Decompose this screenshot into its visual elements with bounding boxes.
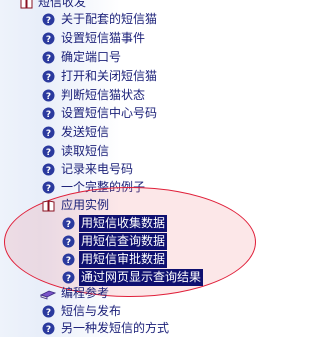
svg-text:?: ?: [46, 325, 51, 335]
open-book-icon: [42, 200, 55, 212]
svg-text:?: ?: [46, 92, 51, 102]
tree-topic[interactable]: ? 设置短信猫事件: [0, 30, 200, 47]
help-topic-icon: ?: [42, 181, 55, 194]
tree-topic-app[interactable]: ? 通过网页显示查询结果: [0, 269, 260, 286]
tree-topic-label: 判断短信猫状态: [61, 88, 146, 102]
closed-book-icon: [40, 290, 56, 300]
tree-topic-label: 用短信审批数据: [79, 251, 168, 268]
svg-text:?: ?: [66, 256, 71, 266]
help-topic-icon: ?: [42, 89, 55, 102]
help-topic-icon: ?: [42, 51, 55, 64]
tree-topic[interactable]: ? 打开和关闭短信猫: [0, 68, 200, 85]
help-topic-icon: ?: [62, 235, 75, 248]
tree-topic-label: 读取短信: [61, 144, 110, 158]
tree-book-label: 应用实例: [61, 198, 110, 212]
tree-topic[interactable]: ? 设置短信中心号码: [0, 105, 200, 122]
tree-book-reference[interactable]: 编程参考: [0, 285, 200, 302]
help-topic-icon: ?: [62, 271, 75, 284]
svg-text:?: ?: [46, 148, 51, 158]
help-topic-icon: ?: [42, 322, 55, 335]
tree-topic-label: 打开和关闭短信猫: [61, 69, 158, 83]
tree-topic-label: 确定端口号: [61, 50, 122, 64]
svg-text:?: ?: [46, 54, 51, 64]
tree-topic-app[interactable]: ? 用短信查询数据: [0, 233, 240, 250]
tree-book-label: 编程参考: [61, 286, 110, 300]
help-contents-pane: 短信收发 ? 关于配套的短信猫 ? 设置短信猫事件 ? 确定端口号 ? 打开和关…: [0, 0, 263, 337]
help-topic-icon: ?: [42, 305, 55, 318]
tree-topic-label: 关于配套的短信猫: [61, 12, 158, 26]
tree-book-sms[interactable]: 短信收发: [0, 0, 200, 11]
tree-topic[interactable]: ? 确定端口号: [0, 49, 200, 66]
help-topic-icon: ?: [62, 217, 75, 230]
tree-book-label: 短信收发: [38, 0, 87, 9]
tree-topic[interactable]: ? 短信与发布: [0, 303, 200, 320]
help-topic-icon: ?: [42, 126, 55, 139]
svg-text:?: ?: [46, 308, 51, 318]
tree-topic-label: 另一种发短信的方式: [61, 321, 170, 335]
svg-text:?: ?: [66, 238, 71, 248]
svg-text:?: ?: [46, 73, 51, 83]
svg-text:?: ?: [46, 184, 51, 194]
tree-topic-label: 设置短信猫事件: [61, 31, 146, 45]
svg-text:?: ?: [66, 220, 71, 230]
svg-text:?: ?: [46, 35, 51, 45]
svg-text:?: ?: [46, 110, 51, 120]
help-topic-icon: ?: [42, 145, 55, 158]
tree-topic-label: 发送短信: [61, 125, 110, 139]
help-topic-icon: ?: [42, 13, 55, 26]
help-topic-icon: ?: [42, 32, 55, 45]
tree-topic-app[interactable]: ? 用短信收集数据: [0, 215, 240, 232]
help-topic-icon: ?: [42, 107, 55, 120]
tree-topic-app[interactable]: ? 用短信审批数据: [0, 251, 240, 268]
svg-text:?: ?: [46, 166, 51, 176]
tree-book-apps[interactable]: 应用实例: [0, 197, 200, 214]
tree-topic-label: 用短信收集数据: [79, 215, 168, 232]
tree-topic[interactable]: ? 判断短信猫状态: [0, 87, 200, 104]
tree-topic[interactable]: ? 发送短信: [0, 124, 200, 141]
help-topic-icon: ?: [42, 163, 55, 176]
tree-topic-label: 记录来电号码: [61, 162, 134, 176]
svg-text:?: ?: [46, 16, 51, 26]
tree-topic[interactable]: ? 记录来电号码: [0, 161, 200, 178]
tree-topic-label: 用短信查询数据: [79, 233, 168, 250]
tree-topic[interactable]: ? 关于配套的短信猫: [0, 11, 200, 28]
svg-text:?: ?: [46, 129, 51, 139]
help-topic-icon: ?: [62, 253, 75, 266]
help-topic-icon: ?: [42, 70, 55, 83]
svg-text:?: ?: [66, 274, 71, 284]
open-book-icon: [20, 0, 33, 9]
tree-topic[interactable]: ? 另一种发短信的方式: [0, 320, 200, 337]
tree-topic-label: 通过网页显示查询结果: [79, 269, 204, 286]
tree-topic[interactable]: ? 读取短信: [0, 143, 200, 160]
tree-topic-label: 短信与发布: [61, 304, 122, 318]
tree-topic-label: 设置短信中心号码: [61, 106, 158, 120]
